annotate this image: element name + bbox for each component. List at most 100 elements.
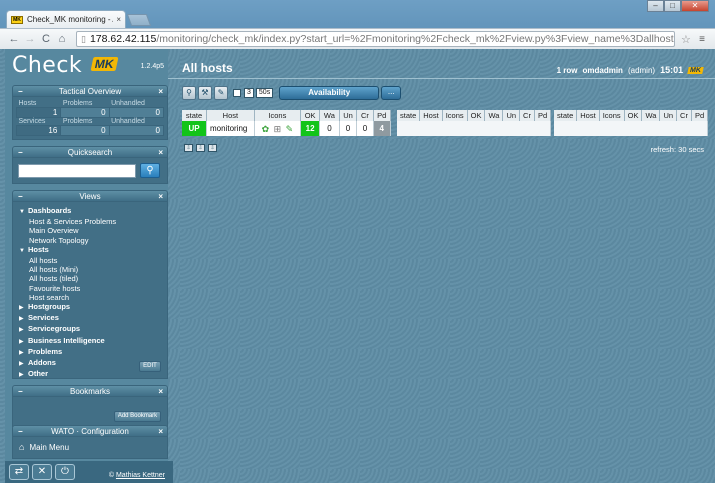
tools-icon[interactable]: ✕ — [32, 464, 52, 480]
views-link-item[interactable]: Favourite hosts — [19, 284, 161, 293]
services-warn-count[interactable]: 0 — [319, 121, 340, 136]
snapin-title: Bookmarks — [69, 387, 110, 396]
url-host: 178.62.42.115 — [89, 33, 157, 45]
tab-close-icon[interactable]: × — [116, 15, 121, 24]
bookmark-star-icon[interactable]: ☆ — [681, 33, 695, 46]
tactical-overview-header[interactable]: − Tactical Overview × — [12, 85, 168, 97]
host-name-link[interactable]: monitoring — [206, 121, 255, 136]
triangle-right-icon[interactable]: ▶ — [19, 360, 28, 369]
col-host[interactable]: Host — [206, 110, 255, 121]
quicksearch-input[interactable] — [18, 163, 136, 178]
more-button[interactable]: ... — [381, 86, 402, 100]
forward-arrow-icon[interactable]: → — [22, 33, 38, 45]
collapse-icon[interactable]: − — [18, 147, 23, 159]
views-group-item[interactable]: ▶ Business Intelligence — [19, 336, 161, 347]
collapse-icon[interactable]: − — [18, 86, 23, 98]
views-link-item[interactable]: All hosts — [19, 256, 161, 265]
views-group-item[interactable]: ▼ Dashboards — [19, 206, 161, 217]
services-icon[interactable]: ✿ — [260, 124, 270, 134]
services-total[interactable]: 16 — [15, 125, 62, 136]
services-pending-count[interactable]: 4 — [373, 121, 392, 136]
triangle-right-icon[interactable]: ▶ — [19, 315, 28, 324]
services-problems[interactable]: 0 — [60, 125, 110, 136]
hosts-total[interactable]: 1 — [15, 107, 62, 118]
views-item-label: Addons — [28, 358, 56, 368]
export-json-icon[interactable]: ⇩ — [196, 144, 205, 152]
actions-menu-icon[interactable]: ⊞ — [272, 124, 282, 134]
export-python-icon[interactable]: ⇩ — [208, 144, 217, 152]
edit-views-button[interactable]: EDIT — [139, 361, 161, 372]
views-link-item[interactable]: All hosts (Mini) — [19, 265, 161, 274]
add-snapin-icon[interactable]: ⇄ — [9, 464, 29, 480]
checkbox-toggle[interactable] — [233, 89, 241, 97]
username[interactable]: omdadmin — [583, 66, 623, 75]
services-unhandled[interactable]: 0 — [108, 125, 165, 136]
checkmk-logo[interactable]: Check MK 1.2.4p5 — [5, 49, 168, 81]
triangle-right-icon[interactable]: ▶ — [19, 304, 28, 313]
views-link-item[interactable]: All hosts (tiled) — [19, 274, 161, 283]
triangle-right-icon[interactable]: ▶ — [19, 349, 28, 358]
views-link-item[interactable]: Host & Services Problems — [19, 217, 161, 226]
quicksearch-header[interactable]: − Quicksearch × — [12, 146, 168, 158]
triangle-right-icon[interactable]: ▶ — [19, 326, 28, 335]
hosts-unhandled[interactable]: 0 — [108, 107, 165, 118]
commands-icon[interactable]: ⚒ — [198, 86, 212, 100]
views-group-item[interactable]: ▼ Hosts — [19, 245, 161, 256]
refresh-interval[interactable]: 50s — [255, 88, 274, 98]
col-un[interactable]: Un — [339, 110, 358, 121]
views-link-item[interactable]: Main Overview — [19, 226, 161, 235]
user-role: (admin) — [627, 65, 656, 75]
services-ok-count[interactable]: 12 — [300, 121, 321, 136]
columns-count[interactable]: 3 — [244, 88, 254, 98]
col-state[interactable]: state — [182, 110, 207, 121]
page-info-icon[interactable]: ▯ — [81, 34, 86, 45]
logout-icon[interactable]: ⏻ — [55, 464, 75, 480]
home-icon[interactable]: ⌂ — [54, 33, 70, 45]
col-pd[interactable]: Pd — [373, 110, 392, 121]
copyright-link[interactable]: Mathias Kettner — [116, 472, 165, 479]
search-icon[interactable]: ⚲ — [140, 163, 160, 178]
status-area: 1 row omdadmin (admin) 15:01 MK — [557, 65, 704, 75]
minimize-button[interactable]: – — [647, 0, 664, 12]
bookmarks-snapin: − Bookmarks × Add Bookmark — [12, 385, 168, 427]
availability-button[interactable]: Availability — [279, 86, 380, 100]
col-cr[interactable]: Cr — [356, 110, 374, 121]
display-options-icon[interactable]: ✎ — [214, 86, 228, 100]
reload-icon[interactable]: C — [38, 33, 54, 45]
maximize-button[interactable]: □ — [664, 0, 681, 12]
triangle-down-icon[interactable]: ▼ — [19, 247, 28, 256]
col-icons[interactable]: Icons — [254, 110, 302, 121]
address-bar[interactable]: ▯ 178.62.42.115/monitoring/check_mk/inde… — [76, 31, 675, 47]
col-wa[interactable]: Wa — [319, 110, 340, 121]
views-group-item[interactable]: ▶ Services — [19, 313, 161, 324]
browser-tab[interactable]: MK Check_MK monitoring - A × — [6, 10, 126, 28]
browser-menu-icon[interactable]: ≡ — [695, 34, 709, 45]
back-arrow-icon[interactable]: ← — [6, 33, 22, 45]
new-tab-button[interactable] — [126, 14, 152, 26]
bookmarks-header[interactable]: − Bookmarks × — [12, 385, 168, 397]
add-bookmark-button[interactable]: Add Bookmark — [114, 411, 161, 422]
close-icon[interactable]: × — [158, 147, 163, 159]
triangle-down-icon[interactable]: ▼ — [19, 208, 28, 217]
views-group-item[interactable]: ▶ Hostgroups — [19, 302, 161, 313]
quicksearch-body: ⚲ — [12, 158, 168, 184]
close-icon[interactable]: × — [158, 86, 163, 98]
hosts-problems[interactable]: 0 — [60, 107, 110, 118]
hosts-table-column-2: state Host Icons OK Wa Un Cr Pd — [397, 110, 552, 136]
services-crit-count[interactable]: 0 — [356, 121, 374, 136]
views-group-item[interactable]: ▶ Problems — [19, 347, 161, 358]
views-link-item[interactable]: Host search — [19, 293, 161, 302]
edit-host-icon[interactable]: ✎ — [284, 124, 294, 134]
views-group-item[interactable]: ▶ Servicegroups — [19, 324, 161, 335]
wato-main-menu-link[interactable]: ⌂ Main Menu — [19, 442, 69, 452]
wato-header[interactable]: − WATO · Configuration × — [12, 425, 168, 437]
triangle-right-icon[interactable]: ▶ — [19, 371, 28, 380]
filter-icon[interactable]: ⚲ — [182, 86, 196, 100]
export-csv-icon[interactable]: ⇩ — [184, 144, 193, 152]
services-unknown-count[interactable]: 0 — [339, 121, 358, 136]
col-ok[interactable]: OK — [300, 110, 321, 121]
views-link-item[interactable]: Network Topology — [19, 236, 161, 245]
triangle-right-icon[interactable]: ▶ — [19, 338, 28, 347]
close-window-button[interactable]: ✕ — [681, 0, 709, 12]
views-header[interactable]: − Views × — [12, 190, 168, 202]
